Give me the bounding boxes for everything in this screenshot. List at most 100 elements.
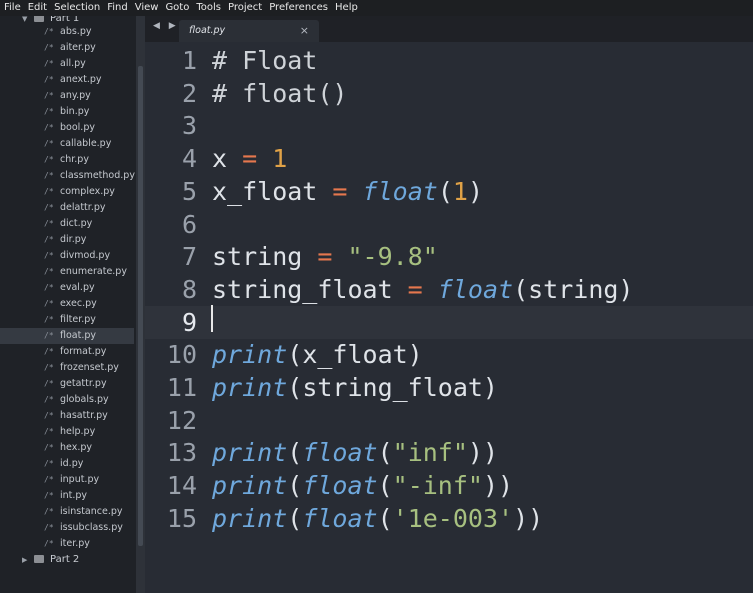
sidebar-file-item[interactable]: /* id.py	[0, 456, 134, 472]
code-line[interactable]: 7 string = "-9.8"	[145, 240, 753, 273]
code-token: string	[212, 242, 318, 272]
python-file-icon: /*	[44, 203, 54, 212]
code-text: x = 1	[212, 142, 287, 175]
folder-part-2[interactable]: ▶ Part 2	[0, 552, 136, 568]
scrollbar-thumb[interactable]	[138, 66, 143, 546]
tab-bar: ◀ ▶ float.py ×	[145, 16, 753, 42]
code-text: print(x_float)	[212, 338, 423, 371]
file-name: float.py	[60, 330, 97, 341]
sidebar-file-item[interactable]: /* frozenset.py	[0, 360, 134, 376]
sidebar-file-item[interactable]: /* input.py	[0, 472, 134, 488]
menu-preferences[interactable]: Preferences	[265, 0, 331, 16]
python-file-icon: /*	[44, 267, 54, 276]
sidebar-file-item[interactable]: /* any.py	[0, 88, 134, 104]
sidebar-file-item[interactable]: /* issubclass.py	[0, 520, 134, 536]
sidebar-file-item[interactable]: /* hex.py	[0, 440, 134, 456]
menu-goto[interactable]: Goto	[161, 0, 192, 16]
sidebar-scrollbar[interactable]	[136, 16, 145, 593]
code-line[interactable]: 9	[145, 305, 753, 339]
file-name: eval.py	[60, 282, 95, 293]
file-name: complex.py	[60, 186, 115, 197]
code-line[interactable]: 6	[145, 208, 753, 241]
python-file-icon: /*	[44, 443, 54, 452]
line-number: 9	[181, 307, 197, 337]
code-token: (string_float)	[287, 373, 498, 402]
chevron-right-icon[interactable]: ▶	[22, 552, 27, 568]
code-text: string = "-9.8"	[212, 240, 438, 273]
sidebar-file-item[interactable]: /* divmod.py	[0, 248, 134, 264]
code-text: print(float("inf"))	[212, 436, 498, 469]
code-text: print(string_float)	[212, 371, 498, 404]
sidebar-file-item[interactable]: /* delattr.py	[0, 200, 134, 216]
code-token: (	[287, 471, 303, 501]
sidebar-file-item[interactable]: /* all.py	[0, 56, 134, 72]
menu-file[interactable]: File	[0, 0, 24, 16]
python-file-icon: /*	[44, 123, 54, 132]
sidebar-file-item[interactable]: /* aiter.py	[0, 40, 134, 56]
sidebar-file-item[interactable]: /* getattr.py	[0, 376, 134, 392]
file-name: int.py	[60, 490, 88, 501]
sidebar-file-item[interactable]: /* bool.py	[0, 120, 134, 136]
sidebar-file-item[interactable]: /* dir.py	[0, 232, 134, 248]
code-line[interactable]: 8 string_float = float(string)	[145, 273, 753, 306]
file-name: iter.py	[60, 538, 90, 549]
python-file-icon: /*	[44, 251, 54, 260]
sidebar-file-item[interactable]: /* anext.py	[0, 72, 134, 88]
sidebar-file-item[interactable]: /* format.py	[0, 344, 134, 360]
close-icon[interactable]: ×	[300, 24, 309, 37]
code-line[interactable]: 4x = 1	[145, 142, 753, 175]
menu-selection[interactable]: Selection	[50, 0, 103, 16]
code-line[interactable]: 1 # Float	[145, 44, 753, 77]
sidebar-file-item[interactable]: /* isinstance.py	[0, 504, 134, 520]
sidebar-file-item[interactable]: /* filter.py	[0, 312, 134, 328]
code-token: string_float	[212, 274, 408, 304]
code-line[interactable]: 12	[145, 404, 753, 437]
file-name: any.py	[60, 90, 91, 101]
code-line[interactable]: 13 print(float("inf"))	[145, 436, 753, 469]
sidebar-file-item[interactable]: /* eval.py	[0, 280, 134, 296]
menu-project[interactable]: Project	[224, 0, 265, 16]
sidebar-file-item[interactable]: /* iter.py	[0, 536, 134, 552]
code-line[interactable]: 10 print(x_float)	[145, 338, 753, 371]
sidebar-file-item[interactable]: /* abs.py	[0, 24, 134, 40]
code-token: float	[302, 438, 378, 468]
sidebar-file-item[interactable]: /* int.py	[0, 488, 134, 504]
code-line[interactable]: 14 print(float("-inf"))	[145, 469, 753, 502]
sidebar-file-item[interactable]: /* callable.py	[0, 136, 134, 152]
code-line[interactable]: 3	[145, 109, 753, 142]
python-file-icon: /*	[44, 43, 54, 52]
code-token: "inf"	[392, 438, 468, 468]
code-editor[interactable]: 1 # Float 2 # float() 3 4 x = 1 5 x_float = floa…	[145, 42, 753, 593]
sidebar-file-item[interactable]: /* exec.py	[0, 296, 134, 312]
sidebar-file-item[interactable]: /* bin.py	[0, 104, 134, 120]
sidebar-file-item[interactable]: /* enumerate.py	[0, 264, 134, 280]
sidebar-file-item[interactable]: /* dict.py	[0, 216, 134, 232]
file-name: dict.py	[60, 218, 93, 229]
menu-help[interactable]: Help	[331, 0, 361, 16]
menu-edit[interactable]: Edit	[24, 0, 50, 16]
tab-float-py[interactable]: float.py ×	[179, 20, 319, 42]
sidebar-file-item[interactable]: /* float.py	[0, 328, 134, 344]
menu-tools[interactable]: Tools	[192, 0, 224, 16]
sidebar-file-item[interactable]: /* globals.py	[0, 392, 134, 408]
line-number: 1	[181, 46, 197, 75]
code-line[interactable]: 5 x_float = float(1)	[145, 175, 753, 208]
file-name: chr.py	[60, 154, 89, 165]
file-name: getattr.py	[60, 378, 107, 389]
sidebar-file-item[interactable]: /* classmethod.py	[0, 168, 135, 184]
code-line[interactable]: 15 print(float('1e-003'))	[145, 502, 753, 535]
code-line[interactable]: 2 # float()	[145, 77, 753, 110]
sidebar-file-item[interactable]: /* complex.py	[0, 184, 134, 200]
python-file-icon: /*	[44, 75, 54, 84]
python-file-icon: /*	[44, 507, 54, 516]
tab-nav-arrows-icon[interactable]: ◀ ▶	[153, 21, 179, 31]
sidebar-file-item[interactable]: /* hasattr.py	[0, 408, 134, 424]
menu-view[interactable]: View	[131, 0, 162, 16]
code-token: (	[287, 438, 303, 468]
code-token: # float()	[212, 78, 348, 108]
sidebar-file-item[interactable]: /* chr.py	[0, 152, 134, 168]
sidebar-file-item[interactable]: /* help.py	[0, 424, 134, 440]
code-token: print	[212, 340, 288, 370]
menu-find[interactable]: Find	[103, 0, 131, 16]
code-line[interactable]: 11 print(string_float)	[145, 371, 753, 404]
